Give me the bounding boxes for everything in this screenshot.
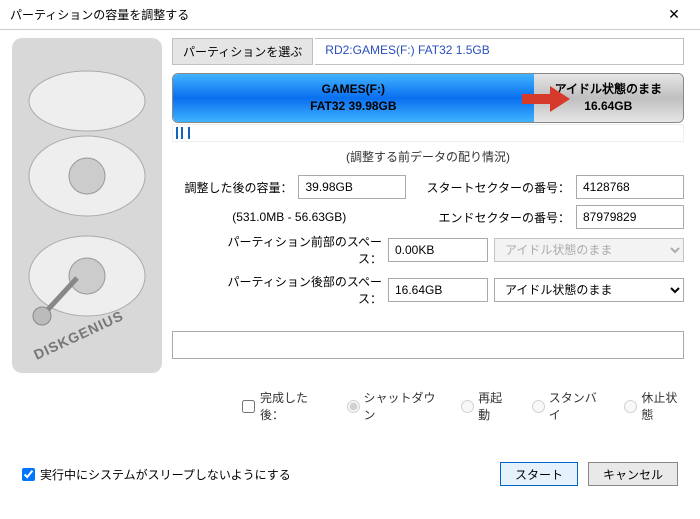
front-space-select: アイドル状態のまま: [494, 238, 684, 262]
adjusted-label: 調整した後の容量：: [184, 179, 292, 196]
back-space-label: パーティション後部のスペース：: [212, 273, 382, 307]
partition-info: RD2:GAMES(F:) FAT32 1.5GB: [315, 38, 684, 65]
close-button[interactable]: ✕: [654, 1, 694, 29]
range-label: (531.0MB - 56.63GB): [232, 210, 346, 224]
start-button[interactable]: スタート: [500, 462, 578, 486]
partition-idle[interactable]: アイドル状態のまま 16.64GB: [534, 74, 683, 122]
after-label: 完成した後：: [260, 389, 325, 423]
start-sector-input[interactable]: [576, 175, 684, 199]
select-partition-button[interactable]: パーティションを選ぶ: [172, 38, 313, 65]
front-space-input[interactable]: [388, 238, 488, 262]
back-space-select[interactable]: アイドル状態のまま: [494, 278, 684, 302]
ticks-bar: [172, 124, 684, 142]
end-sector-label: エンドセクターの番号：: [438, 209, 570, 226]
command-input[interactable]: [172, 331, 684, 359]
prevent-sleep-checkbox[interactable]: [22, 468, 35, 481]
back-space-input[interactable]: [388, 278, 488, 302]
cancel-button[interactable]: キャンセル: [588, 462, 678, 486]
partition-fs: FAT32 39.98GB: [173, 98, 534, 115]
partition-name: GAMES(F:): [173, 81, 534, 98]
disk-illustration: DISKGENIUS: [12, 38, 162, 373]
arrow-icon: [522, 82, 572, 116]
prevent-sleep-label: 実行中にシステムがスリープしないようにする: [40, 466, 291, 483]
front-space-label: パーティション前部のスペース：: [212, 233, 382, 267]
radio-standby: [532, 400, 545, 413]
section-title: (調整する前データの配り情況): [172, 148, 684, 165]
start-sector-label: スタートセクターの番号：: [426, 179, 570, 196]
radio-hibernate: [624, 400, 637, 413]
partition-bar[interactable]: GAMES(F:) FAT32 39.98GB アイドル状態のまま 16.64G…: [172, 73, 684, 123]
radio-shutdown: [347, 400, 360, 413]
after-checkbox[interactable]: [242, 400, 255, 413]
partition-main[interactable]: GAMES(F:) FAT32 39.98GB: [173, 74, 534, 122]
adjusted-input[interactable]: [298, 175, 406, 199]
radio-reboot: [461, 400, 474, 413]
end-sector-input[interactable]: [576, 205, 684, 229]
window-title: パーティションの容量を調整する: [10, 6, 654, 23]
